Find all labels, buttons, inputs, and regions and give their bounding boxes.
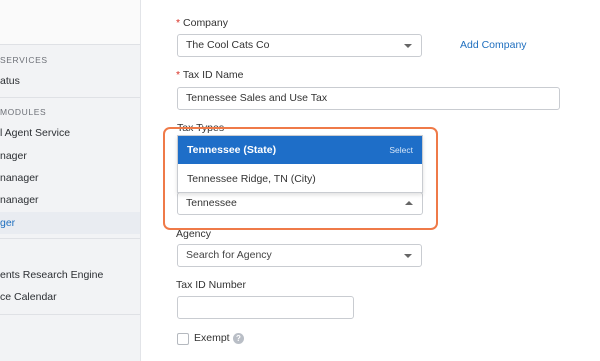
sidebar-section-services: SERVICES — [0, 55, 48, 65]
sidebar-item-status[interactable]: atus — [0, 75, 20, 87]
required-marker: * — [176, 69, 181, 81]
sidebar-divider — [0, 97, 140, 98]
agency-label: Agency — [176, 228, 212, 240]
company-select-value: The Cool Cats Co — [186, 39, 270, 51]
exempt-checkbox[interactable] — [177, 333, 189, 345]
add-company-link[interactable]: Add Company — [460, 39, 527, 51]
sidebar-item-manager-3[interactable]: nanager — [0, 194, 39, 206]
sidebar-top — [0, 0, 140, 44]
sidebar-divider — [0, 238, 140, 239]
required-marker: * — [176, 17, 181, 29]
agency-select[interactable]: Search for Agency — [177, 244, 422, 267]
sidebar-item-calendar[interactable]: ce Calendar — [0, 291, 57, 303]
sidebar-item-research-engine[interactable]: ents Research Engine — [0, 269, 103, 281]
company-select[interactable]: The Cool Cats Co — [177, 34, 422, 57]
chevron-down-icon — [404, 254, 412, 258]
tax-id-number-label: Tax ID Number — [176, 279, 247, 291]
sidebar-divider — [0, 44, 140, 45]
company-label: * Company — [176, 17, 228, 29]
sidebar-item-manager-1[interactable]: nager — [0, 150, 27, 162]
help-icon[interactable]: ? — [233, 333, 244, 344]
sidebar-active-highlight — [0, 212, 140, 234]
agency-placeholder: Search for Agency — [186, 249, 272, 261]
tax-id-name-value: Tennessee Sales and Use Tax — [186, 92, 328, 104]
tax-id-number-input[interactable] — [177, 296, 354, 319]
tax-id-name-label-text: Tax ID Name — [182, 69, 244, 81]
tax-id-name-input[interactable]: Tennessee Sales and Use Tax — [177, 87, 560, 110]
sidebar-section-modules: MODULES — [0, 107, 47, 117]
highlight-box — [163, 127, 438, 230]
exempt-label: Exempt — [194, 332, 230, 344]
tax-id-name-label: * Tax ID Name — [176, 69, 244, 81]
chevron-down-icon — [404, 44, 412, 48]
sidebar-item-agent-service[interactable]: l Agent Service — [0, 127, 70, 139]
sidebar-item-active[interactable]: ger — [0, 217, 15, 229]
sidebar-item-manager-2[interactable]: nanager — [0, 172, 39, 184]
sidebar: SERVICES atus MODULES l Agent Service na… — [0, 0, 141, 361]
sidebar-divider — [0, 314, 140, 315]
company-label-text: Company — [183, 17, 228, 29]
